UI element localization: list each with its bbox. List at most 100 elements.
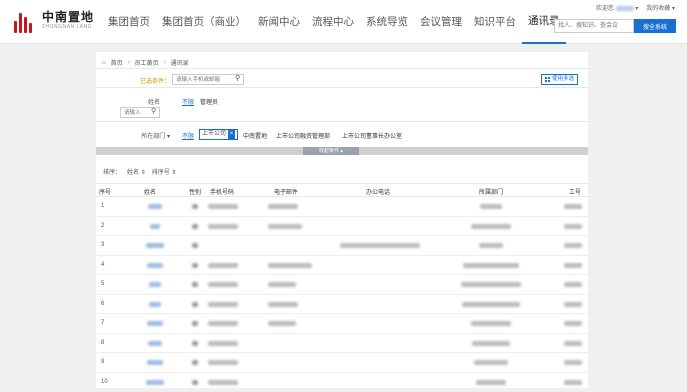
sort-by-number[interactable]: 排序号 ⇕ xyxy=(152,167,177,176)
row-index: 2 xyxy=(101,223,104,229)
contact-name-redacted[interactable] xyxy=(149,282,161,287)
name-unlimited[interactable]: 不限 xyxy=(182,97,194,106)
nav-item[interactable]: 知识平台 xyxy=(468,0,522,44)
nav-item[interactable]: 会议管理 xyxy=(414,0,468,44)
contact-name-redacted[interactable] xyxy=(148,341,162,346)
global-search: 搜全系统 xyxy=(554,19,676,33)
email-redacted xyxy=(268,263,312,268)
filter-name-row: 姓名 不限 管理员 ⚲ xyxy=(96,89,588,122)
table-row[interactable]: 9 xyxy=(96,353,588,373)
department-redacted xyxy=(479,243,503,248)
contact-name-redacted[interactable] xyxy=(149,302,161,307)
employee-no-redacted xyxy=(564,204,582,209)
mobile-redacted xyxy=(208,360,238,365)
row-index: 1 xyxy=(101,203,104,209)
email-redacted xyxy=(268,321,296,326)
remove-icon[interactable]: × xyxy=(228,130,235,139)
department-redacted xyxy=(463,263,519,268)
row-index: 9 xyxy=(101,359,104,365)
department-redacted xyxy=(472,341,510,346)
department-redacted xyxy=(476,380,506,385)
row-index: 7 xyxy=(101,320,104,326)
gender-redacted xyxy=(192,204,198,209)
contact-name-redacted[interactable] xyxy=(147,321,163,326)
mobile-redacted xyxy=(208,302,238,307)
col-mobile: 手机号码 xyxy=(210,187,234,196)
col-email: 电子邮件 xyxy=(274,187,298,196)
search-icon[interactable]: ⚲ xyxy=(151,107,156,115)
table-row[interactable]: 10 xyxy=(96,373,588,392)
dept-option[interactable]: 上市公司融资管理部 xyxy=(276,131,330,140)
col-office-phone: 办公电话 xyxy=(366,187,390,196)
nav-item[interactable]: 流程中心 xyxy=(306,0,360,44)
col-name: 姓名 xyxy=(144,187,156,196)
table-row[interactable]: 7 xyxy=(96,314,588,334)
gender-redacted xyxy=(192,243,198,248)
contact-name-redacted[interactable] xyxy=(146,380,164,385)
table-row[interactable]: 5 xyxy=(96,275,588,295)
employee-no-redacted xyxy=(564,341,582,346)
filter-area xyxy=(96,68,588,69)
employee-no-redacted xyxy=(564,302,582,307)
favorites-link[interactable]: 我的收藏 ▾ xyxy=(646,3,675,12)
logo[interactable]: 中南置地 ZHONGNAN LAND xyxy=(14,11,94,33)
gender-redacted xyxy=(192,360,198,365)
brand-name: 中南置地 xyxy=(42,11,94,23)
table-row[interactable]: 1 xyxy=(96,197,588,217)
table-row[interactable]: 3 xyxy=(96,236,588,256)
sort-by-name[interactable]: 姓名 ⇕ xyxy=(127,167,146,176)
name-label: 姓名 xyxy=(136,97,160,106)
collapse-filter-button[interactable]: 收起条件 ▴ xyxy=(303,147,359,155)
employee-no-redacted xyxy=(564,321,582,326)
dept-option[interactable]: 上市公司董事长办公室 xyxy=(342,131,402,140)
multi-select-button[interactable]: 使用多选 xyxy=(541,74,578,85)
table-row[interactable]: 8 xyxy=(96,334,588,354)
contact-name-redacted[interactable] xyxy=(150,224,160,229)
table-row[interactable]: 2 xyxy=(96,217,588,237)
employee-no-redacted xyxy=(564,360,582,365)
table-row[interactable]: 6 xyxy=(96,295,588,315)
row-index: 3 xyxy=(101,242,104,248)
gender-redacted xyxy=(192,302,198,307)
nav-item[interactable]: 集团首页 xyxy=(102,0,156,44)
breadcrumb-directory[interactable]: 员工黄页 xyxy=(135,58,159,67)
nav-item[interactable]: 集团首页（商业） xyxy=(156,0,252,44)
col-index: 序号 xyxy=(99,187,111,196)
brand-name-en: ZHONGNAN LAND xyxy=(42,25,94,30)
nav-item[interactable]: 系统导览 xyxy=(360,0,414,44)
mobile-redacted xyxy=(208,321,238,326)
contact-name-redacted[interactable] xyxy=(146,243,164,248)
breadcrumb-home[interactable]: 首页 xyxy=(111,58,123,67)
department-redacted xyxy=(471,224,511,229)
contact-name-redacted[interactable] xyxy=(147,360,163,365)
mobile-redacted xyxy=(208,380,238,385)
dept-selected-tag[interactable]: 上市公司× xyxy=(199,129,238,140)
breadcrumb-current: 通讯录 xyxy=(171,58,189,67)
search-icon[interactable]: ⚲ xyxy=(235,74,240,82)
row-index: 4 xyxy=(101,262,104,268)
office-phone-redacted xyxy=(340,243,420,248)
dept-unlimited[interactable]: 不限 xyxy=(182,131,194,140)
dept-label[interactable]: 所在部门 ▾ xyxy=(122,131,170,140)
selected-label: 已选条件： xyxy=(136,76,170,85)
table-row[interactable]: 4 xyxy=(96,256,588,276)
name-option-admin[interactable]: 管理员 xyxy=(200,97,218,106)
col-gender: 性别 xyxy=(189,187,201,196)
dept-option[interactable]: 中南置地 xyxy=(243,131,267,140)
gender-redacted xyxy=(192,263,198,268)
nav-item[interactable]: 新闻中心 xyxy=(252,0,306,44)
top-bar: 中南置地 ZHONGNAN LAND 集团首页集团首页（商业）新闻中心流程中心系… xyxy=(0,0,687,44)
search-input[interactable] xyxy=(554,19,634,33)
row-index: 6 xyxy=(101,301,104,307)
col-department: 所属部门 xyxy=(479,187,503,196)
employee-no-redacted xyxy=(564,263,582,268)
contact-name-redacted[interactable] xyxy=(148,204,162,209)
main-nav: 集团首页集团首页（商业）新闻中心流程中心系统导览会议管理知识平台通讯录 xyxy=(102,0,566,44)
search-button[interactable]: 搜全系统 xyxy=(634,19,676,33)
contact-name-redacted[interactable] xyxy=(147,263,163,268)
breadcrumb: ⌂ 首页 › 员工黄页 › 通讯录 xyxy=(102,58,189,67)
email-redacted xyxy=(268,282,296,287)
sort-bar: 排序： 姓名 ⇕ 排序号 ⇕ xyxy=(96,167,588,176)
email-redacted xyxy=(268,302,298,307)
selected-search-input[interactable] xyxy=(172,74,244,85)
